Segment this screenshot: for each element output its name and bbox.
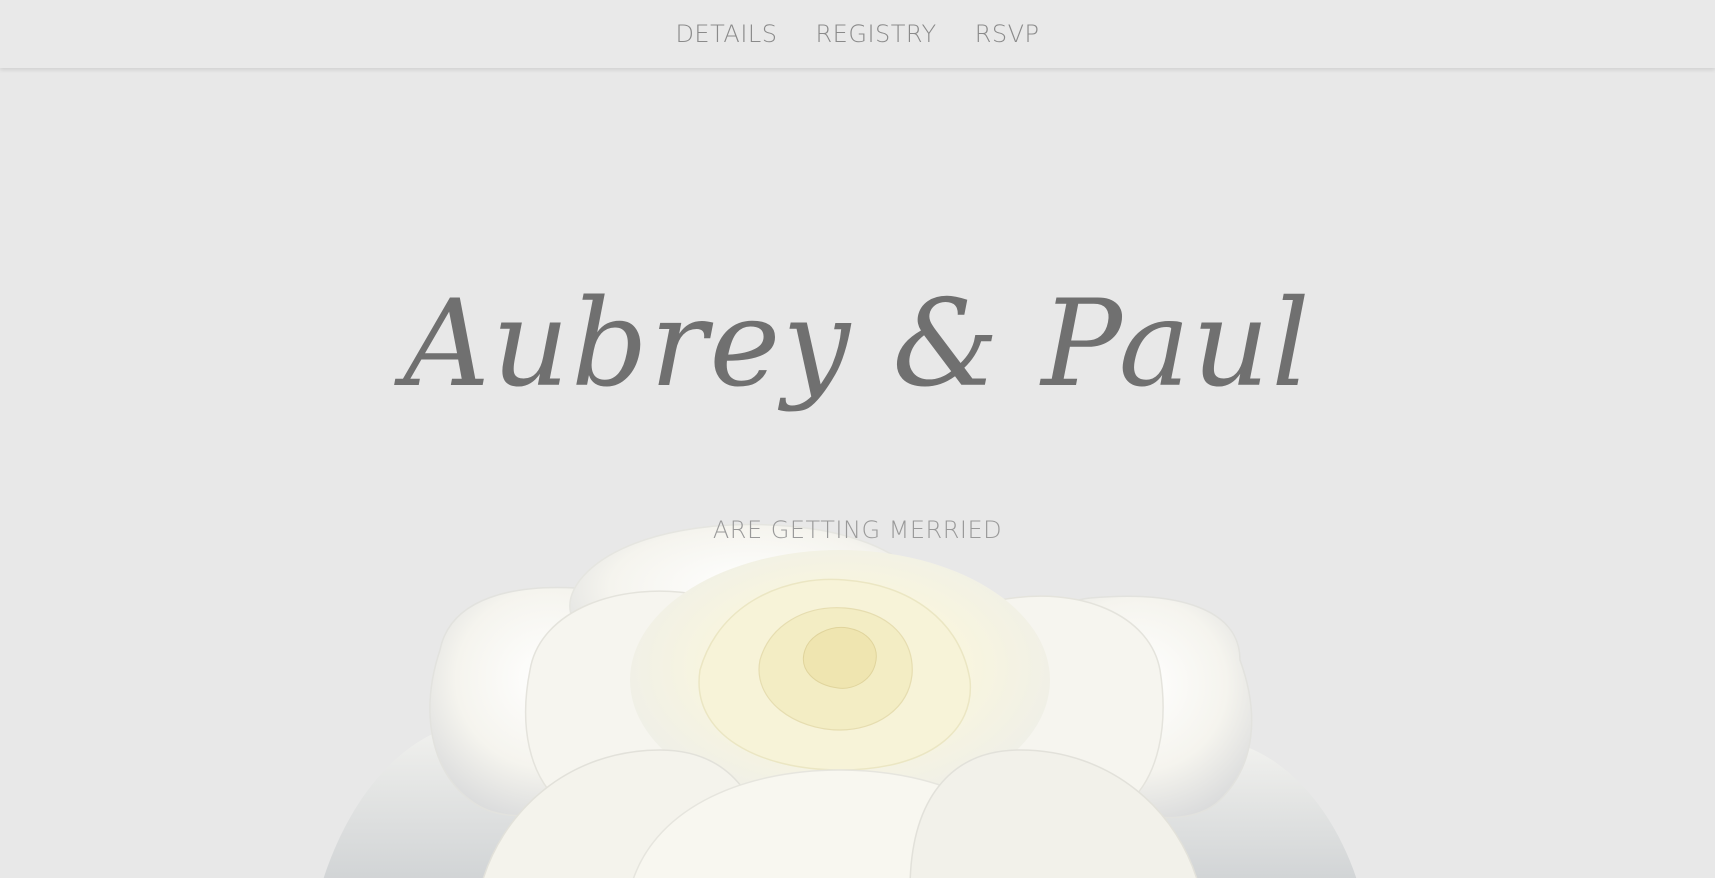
couple-names-title: Aubrey & Paul (403, 275, 1312, 414)
nav-link-rsvp[interactable]: RSVP (975, 20, 1040, 48)
main-nav: DETAILS REGISTRY RSVP (0, 0, 1715, 68)
rose-inner-petal-3 (803, 626, 877, 689)
nav-link-registry[interactable]: REGISTRY (816, 20, 937, 48)
white-rose-image (323, 523, 1357, 878)
wedding-page: DETAILS REGISTRY RSVP Aubrey & Paul ARE … (0, 0, 1715, 878)
top-navigation-bar: DETAILS REGISTRY RSVP (0, 0, 1715, 68)
announcement-subtitle: ARE GETTING MERRIED (712, 516, 1003, 544)
nav-link-details[interactable]: DETAILS (675, 20, 777, 48)
